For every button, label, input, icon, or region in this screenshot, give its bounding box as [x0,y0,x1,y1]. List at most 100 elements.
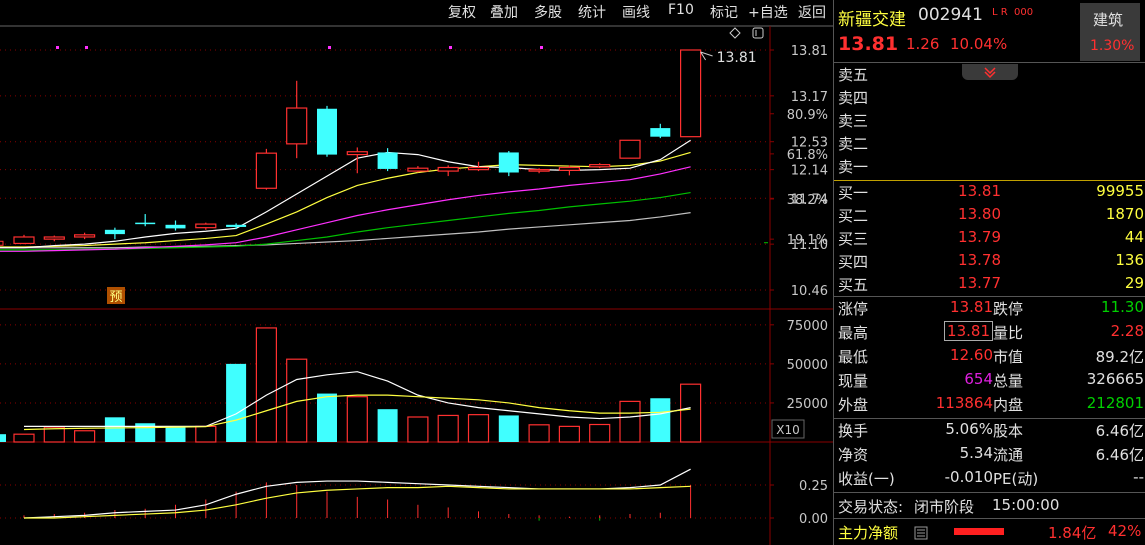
volume-bar-17 [528,424,550,443]
volume-bar-3 [104,417,125,442]
stock-name: 新疆交建 [838,10,906,30]
toolbar-item-7[interactable]: +自选 [748,2,788,22]
diamond-icon[interactable] [729,27,741,39]
vol-tick-label: 50000 [787,358,828,373]
candle-body-19 [589,164,611,168]
current-price: 13.81 [838,33,899,55]
trade-status-time: 15:00:00 [992,496,1060,514]
volume-bar-21 [650,398,671,442]
pct-tick-label: 38.2% [787,193,828,208]
pct-tick-label: 80.9% [787,108,828,123]
sell-label-2: 卖三 [838,112,869,130]
candle-body-22 [679,49,702,138]
candle-body-10 [317,108,337,155]
toolbar-item-0[interactable]: 复权 [448,2,476,22]
trade-status-label: 交易状态: [838,498,904,516]
fund-label-2a: 收益(一) [838,470,895,488]
sell-label-3: 卖二 [838,135,869,153]
buy-vol-2: 44 [1124,228,1144,246]
stock-code: 002941 [918,5,983,25]
marker-dot-0 [56,46,59,49]
buy-vol-3: 136 [1115,251,1144,269]
stat-label-2b: 市值 [993,348,1024,366]
price-label: 13.81 [717,50,757,66]
volume-bar-20 [619,400,641,443]
toolbar-item-6[interactable]: 标记 [710,2,738,22]
candle-body-11 [346,151,368,156]
marker-dot-2 [328,46,331,49]
toolbar-item-8[interactable]: 返回 [798,2,826,22]
fund-value-2b: -- [1133,468,1144,486]
toolbar-item-1[interactable]: 叠加 [490,2,518,22]
candle-body-16 [498,152,519,173]
toolbar-item-5[interactable]: F10 [668,2,694,18]
volume-bar-15 [467,414,490,443]
stat-value-2b: 89.2亿 [1095,348,1144,366]
candle-body-partial [0,240,4,246]
vol-multiplier-label: X10 [776,423,800,437]
fund-label-2b: PE(动) [993,470,1039,488]
candle-body-4 [135,222,156,225]
buy-vol-1: 1870 [1105,205,1144,223]
candle-body-7 [226,224,247,227]
collapse-button[interactable] [962,64,1018,80]
toolbar-item-2[interactable]: 多股 [534,2,562,22]
volume-bar-0 [13,433,35,443]
window-icon[interactable] [752,27,764,39]
main-flow-amount: 1.84亿 [1048,524,1097,542]
volume-bar-22 [679,383,702,443]
buy-label-2: 买三 [838,230,869,248]
stat-label-3a: 现量 [838,372,869,390]
ind-tick-label: 0.00 [799,512,828,527]
candle-body-8 [255,152,277,189]
candle-body-15 [467,166,490,171]
stat-label-1a: 最高 [838,324,869,342]
sell-label-4: 卖一 [838,158,869,176]
candle-body-5 [165,224,186,229]
buy-vol-4: 29 [1124,274,1144,292]
buy-price-0: 13.81 [958,182,1001,200]
vol-tick-label: 75000 [787,319,828,334]
pct-tick-label: 61.8% [787,148,828,163]
fund-value-0b: 6.46亿 [1095,422,1144,440]
toolbar-item-3[interactable]: 统计 [578,2,606,22]
stat-label-0b: 跌停 [993,300,1024,318]
price-tick-label: 10.46 [791,284,828,299]
list-icon[interactable] [914,526,928,540]
stat-value-0b: 11.30 [1101,298,1144,316]
price-tick-label: 13.81 [791,44,828,59]
fund-label-1a: 净资 [838,446,869,464]
candle-body-21 [650,128,671,137]
forecast-badge-text: 预 [109,290,122,305]
ma_magenta-line [23,166,691,252]
volume-bar-11 [346,396,368,443]
price-change-pct: 10.04% [950,35,1008,53]
fund-label-0b: 股本 [993,422,1024,440]
fund-label-0a: 换手 [838,422,869,440]
stat-value-0a: 13.81 [950,298,993,316]
chart-area[interactable]: 13.8113.1712.5312.1411.7411.1010.4680.9%… [0,22,833,545]
volume-bar-12 [377,409,398,442]
price-change: 1.26 [906,35,940,53]
fund-value-1b: 6.46亿 [1095,446,1144,464]
toolbar-item-4[interactable]: 画线 [622,2,650,22]
volume-bar-2 [73,430,96,443]
candle-body-14 [437,166,459,172]
main-flow-bar [954,528,1004,535]
main-flow-pct: 42% [1108,522,1142,540]
buy-price-2: 13.79 [958,228,1001,246]
stat-value-2a: 12.60 [950,346,993,364]
stat-label-2a: 最低 [838,348,869,366]
candle-body-12 [377,152,398,169]
candle-body-0 [13,236,35,245]
volume-bar-13 [407,416,429,443]
marker-dot-4 [540,46,543,49]
sector-box[interactable]: 建筑 1.30% [1080,3,1140,61]
price-tick-label: 12.14 [791,164,828,179]
volume-bar-7 [226,363,247,442]
sector-name: 建筑 [1093,11,1124,29]
vol-tick-label: 25000 [787,397,828,412]
stat-value-4b: 212801 [1086,394,1144,412]
sell-label-0: 卖五 [838,66,869,84]
candle-body-18 [558,166,581,171]
